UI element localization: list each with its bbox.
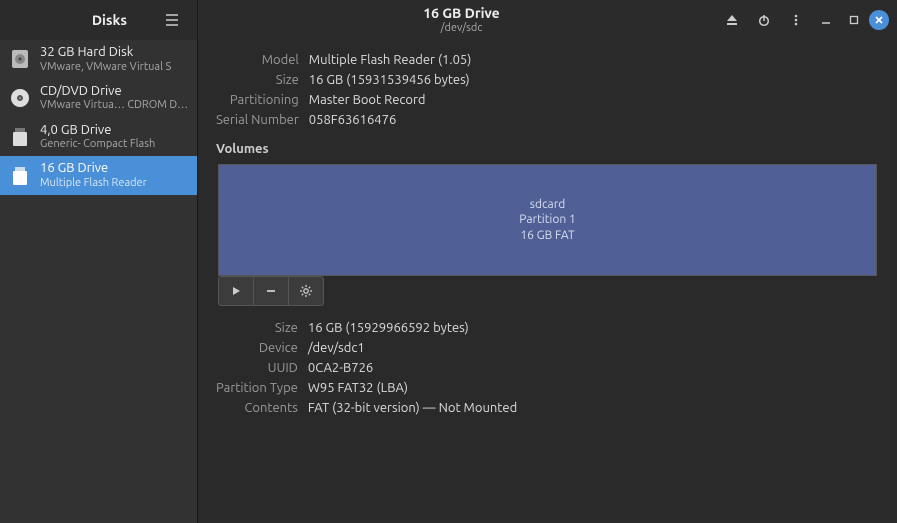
volume-partition-label: sdcard Partition 1 16 GB FAT xyxy=(519,197,575,244)
prop-value-partitioning: Master Boot Record xyxy=(309,90,472,110)
drive-properties: Model Multiple Flash Reader (1.05) Size … xyxy=(216,50,471,130)
prop-label-serial: Serial Number xyxy=(216,110,309,130)
sidebar-item-label: 4,0 GB Drive xyxy=(40,123,155,139)
content-pane: Model Multiple Flash Reader (1.05) Size … xyxy=(198,40,897,523)
app-title: Disks xyxy=(10,12,157,28)
prop-value-size: 16 GB (15931539456 bytes) xyxy=(309,70,472,90)
power-button[interactable] xyxy=(749,5,779,35)
headerbar-actions xyxy=(717,5,889,35)
mount-button[interactable] xyxy=(218,276,254,306)
prop-label-size: Size xyxy=(216,70,309,90)
volume-properties: Size 16 GB (15929966592 bytes) Device /d… xyxy=(216,318,517,418)
prop-label-contents: Contents xyxy=(216,398,308,418)
sidebar-item-optical[interactable]: CD/DVD Drive VMware Virtua… CDROM Drive xyxy=(0,79,197,118)
prop-value-model: Multiple Flash Reader (1.05) xyxy=(309,50,472,70)
window-close-button[interactable] xyxy=(869,10,889,30)
volume-partition[interactable]: sdcard Partition 1 16 GB FAT xyxy=(218,164,877,276)
volume-settings-button[interactable] xyxy=(288,276,324,306)
headerbar-right: 16 GB Drive /dev/sdc xyxy=(198,0,897,40)
eject-button[interactable] xyxy=(717,5,747,35)
drive-subtitle: /dev/sdc xyxy=(206,22,717,34)
drive-menu-button[interactable] xyxy=(781,5,811,35)
window-maximize-button[interactable] xyxy=(841,7,867,33)
title-box: 16 GB Drive /dev/sdc xyxy=(206,6,717,33)
sidebar-item-removable-16gb[interactable]: 16 GB Drive Multiple Flash Reader xyxy=(0,156,197,195)
prop-value-ptype: W95 FAT32 (LBA) xyxy=(308,378,517,398)
body: 32 GB Hard Disk VMware, VMware Virtual S… xyxy=(0,40,897,523)
prop-label-model: Model xyxy=(216,50,309,70)
sidebar: 32 GB Hard Disk VMware, VMware Virtual S… xyxy=(0,40,198,523)
prop-label-vsize: Size xyxy=(216,318,308,338)
sidebar-item-label: 16 GB Drive xyxy=(40,161,147,177)
window-minimize-button[interactable] xyxy=(813,7,839,33)
volumes-header: Volumes xyxy=(216,142,879,156)
drive-title: 16 GB Drive xyxy=(206,6,717,21)
sidebar-item-desc: VMware, VMware Virtual S xyxy=(40,61,171,74)
sidebar-item-desc: Multiple Flash Reader xyxy=(40,177,147,190)
optical-icon xyxy=(8,86,32,110)
sidebar-item-label: 32 GB Hard Disk xyxy=(40,45,171,61)
prop-label-ptype: Partition Type xyxy=(216,378,308,398)
removable-icon xyxy=(8,125,32,149)
sidebar-item-label: CD/DVD Drive xyxy=(40,84,189,100)
sidebar-item-hdd-32gb[interactable]: 32 GB Hard Disk VMware, VMware Virtual S xyxy=(0,40,197,79)
prop-label-uuid: UUID xyxy=(216,358,308,378)
sidebar-item-desc: Generic- Compact Flash xyxy=(40,138,155,151)
headerbar: Disks 16 GB Drive /dev/sdc xyxy=(0,0,897,40)
prop-value-contents: FAT (32-bit version) — Not Mounted xyxy=(308,398,517,418)
volume-toolbar xyxy=(218,276,877,306)
prop-label-device: Device xyxy=(216,338,308,358)
headerbar-left: Disks xyxy=(0,0,198,40)
app-menu-button[interactable] xyxy=(157,5,187,35)
hdd-icon xyxy=(8,47,32,71)
prop-label-partitioning: Partitioning xyxy=(216,90,309,110)
delete-partition-button[interactable] xyxy=(253,276,289,306)
sidebar-item-removable-4gb[interactable]: 4,0 GB Drive Generic- Compact Flash xyxy=(0,118,197,157)
sidebar-item-desc: VMware Virtua… CDROM Drive xyxy=(40,99,189,112)
removable-icon xyxy=(8,164,32,188)
prop-value-device: /dev/sdc1 xyxy=(308,338,517,358)
prop-value-uuid: 0CA2-B726 xyxy=(308,358,517,378)
prop-value-vsize: 16 GB (15929966592 bytes) xyxy=(308,318,517,338)
prop-value-serial: 058F63616476 xyxy=(309,110,472,130)
